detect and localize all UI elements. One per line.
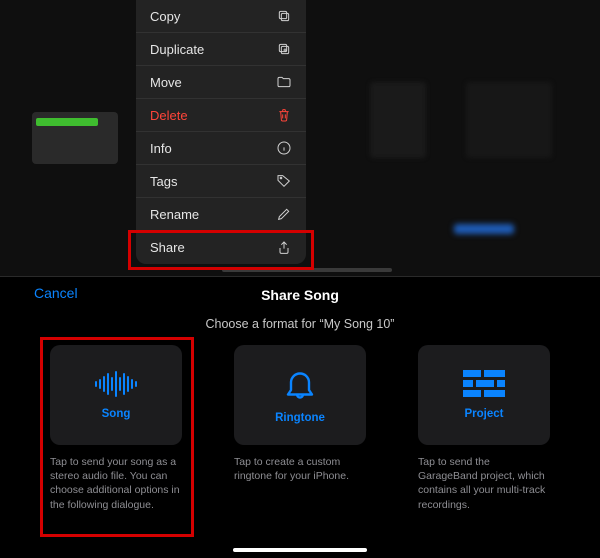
menu-item-tags[interactable]: Tags bbox=[136, 165, 306, 198]
page-title: Share Song bbox=[261, 287, 339, 303]
menu-label: Delete bbox=[150, 108, 188, 123]
home-indicator bbox=[233, 548, 367, 552]
info-icon bbox=[276, 140, 292, 156]
format-prompt: Choose a format for “My Song 10” bbox=[0, 317, 600, 331]
cancel-button[interactable]: Cancel bbox=[34, 285, 78, 301]
copy-icon bbox=[276, 8, 292, 24]
menu-item-info[interactable]: Info bbox=[136, 132, 306, 165]
tag-icon bbox=[276, 173, 292, 189]
menu-item-copy[interactable]: Copy bbox=[136, 0, 306, 33]
share-icon bbox=[276, 240, 292, 256]
card-wrap-project: Project Tap to send the GarageBand proje… bbox=[404, 345, 564, 512]
bell-icon bbox=[282, 366, 318, 402]
card-label: Ringtone bbox=[275, 412, 325, 424]
pencil-icon bbox=[276, 206, 292, 222]
format-card-song[interactable]: Song bbox=[50, 345, 182, 445]
blurred-label bbox=[454, 224, 514, 234]
card-desc-project: Tap to send the GarageBand project, whic… bbox=[418, 455, 550, 512]
menu-item-share[interactable]: Share bbox=[136, 231, 306, 264]
menu-label: Info bbox=[150, 141, 172, 156]
card-desc-ringtone: Tap to create a custom ringtone for your… bbox=[234, 455, 366, 483]
format-cards: Song Tap to send your song as a stereo a… bbox=[0, 345, 600, 512]
card-wrap-ringtone: Ringtone Tap to create a custom ringtone… bbox=[220, 345, 380, 512]
trash-icon bbox=[276, 107, 292, 123]
menu-label: Move bbox=[150, 75, 182, 90]
context-menu-area: Copy Duplicate Move Delete Info Tags Ren… bbox=[0, 0, 600, 276]
menu-label: Copy bbox=[150, 9, 180, 24]
menu-item-rename[interactable]: Rename bbox=[136, 198, 306, 231]
card-desc-song: Tap to send your song as a stereo audio … bbox=[50, 455, 182, 512]
format-card-ringtone[interactable]: Ringtone bbox=[234, 345, 366, 445]
menu-label: Duplicate bbox=[150, 42, 204, 57]
menu-item-delete[interactable]: Delete bbox=[136, 99, 306, 132]
duplicate-icon bbox=[276, 41, 292, 57]
card-label: Project bbox=[465, 408, 504, 420]
context-menu: Copy Duplicate Move Delete Info Tags Ren… bbox=[136, 0, 306, 264]
menu-item-move[interactable]: Move bbox=[136, 66, 306, 99]
card-label: Song bbox=[102, 408, 131, 420]
blurred-thumbnail bbox=[466, 82, 552, 158]
menu-label: Tags bbox=[150, 174, 177, 189]
card-wrap-song: Song Tap to send your song as a stereo a… bbox=[36, 345, 196, 512]
menu-label: Rename bbox=[150, 207, 199, 222]
scroll-indicator bbox=[222, 268, 392, 272]
blurred-thumbnail bbox=[370, 82, 426, 158]
menu-label: Share bbox=[150, 240, 185, 255]
waveform-icon bbox=[92, 370, 140, 398]
bricks-icon bbox=[463, 370, 505, 398]
share-song-screen: Cancel Share Song Choose a format for “M… bbox=[0, 276, 600, 558]
nav-bar: Cancel Share Song bbox=[0, 277, 600, 313]
folder-icon bbox=[276, 74, 292, 90]
format-card-project[interactable]: Project bbox=[418, 345, 550, 445]
song-thumbnail-track bbox=[36, 118, 98, 126]
menu-item-duplicate[interactable]: Duplicate bbox=[136, 33, 306, 66]
